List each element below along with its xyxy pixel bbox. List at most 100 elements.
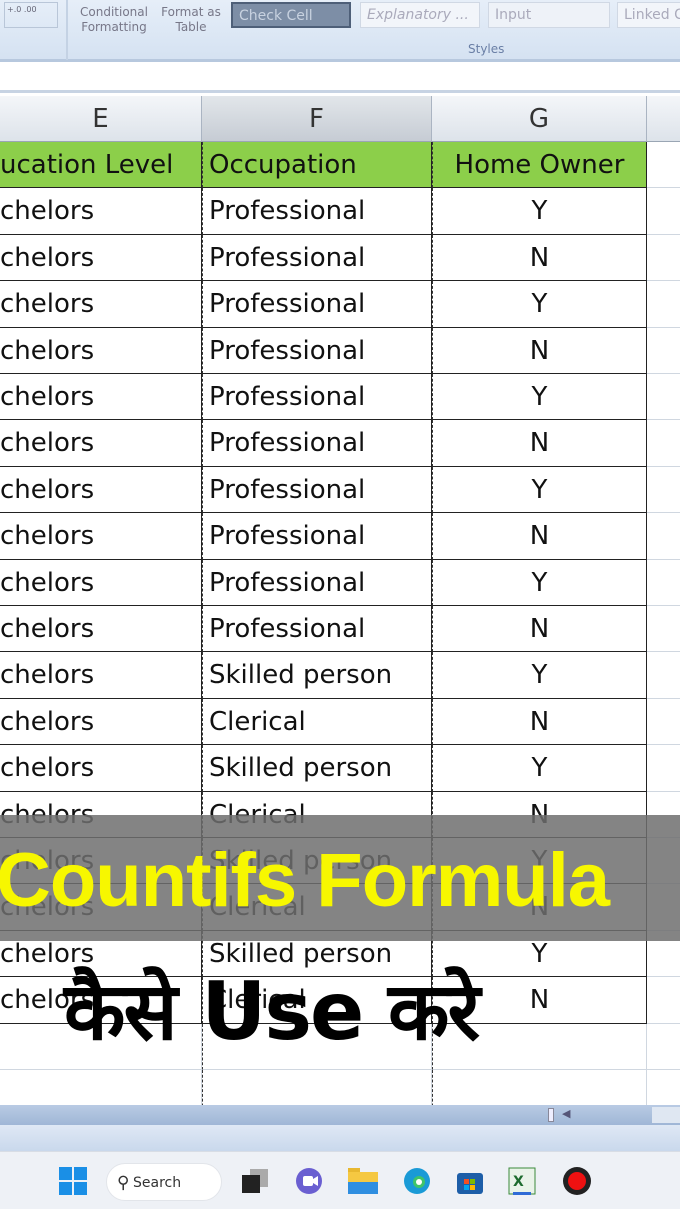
column-header-e[interactable]: E — [0, 96, 202, 142]
cell[interactable] — [647, 420, 680, 467]
cell-education[interactable]: chelors — [0, 606, 202, 653]
cell-home-owner[interactable]: Y — [432, 466, 647, 514]
cell-occupation[interactable]: Professional — [202, 374, 432, 421]
cell-education[interactable]: chelors — [0, 234, 202, 282]
task-view-icon[interactable] — [240, 1166, 270, 1196]
cell-occupation[interactable]: Skilled person — [202, 652, 432, 699]
table-header-row: ucation Level Occupation Home Owner — [0, 142, 680, 189]
scrollbar-thumb[interactable] — [652, 1107, 680, 1123]
windows-start-icon[interactable] — [58, 1166, 88, 1196]
cell-education[interactable]: chelors — [0, 652, 202, 699]
cell[interactable] — [647, 1024, 680, 1070]
cell-education[interactable]: chelors — [0, 188, 202, 235]
cell-home-owner[interactable]: N — [432, 420, 647, 467]
overlay-title: Countifs Formula — [0, 838, 610, 923]
scroll-left-icon[interactable]: ◀ — [562, 1107, 570, 1120]
cell-education[interactable]: chelors — [0, 698, 202, 746]
overlay-subtitle: कैसे Use करे — [64, 965, 480, 1058]
cell-education[interactable]: chelors — [0, 281, 202, 328]
cell-occupation[interactable]: Skilled person — [202, 745, 432, 792]
column-header-g[interactable]: G — [432, 96, 647, 142]
cell[interactable] — [647, 513, 680, 560]
column-header-h[interactable] — [647, 96, 680, 142]
cell-education[interactable]: chelors — [0, 513, 202, 560]
cell[interactable] — [647, 652, 680, 699]
style-linked-cell[interactable]: Linked C — [617, 2, 680, 28]
taskbar-search[interactable]: ⚲ Search — [106, 1163, 222, 1201]
table-row: chelors Professional Y — [0, 559, 680, 606]
cell-occupation[interactable]: Professional — [202, 513, 432, 560]
horizontal-scrollbar[interactable]: ◀ — [0, 1105, 680, 1125]
cell[interactable] — [647, 467, 680, 514]
edge-icon[interactable] — [402, 1166, 432, 1196]
conditional-formatting-button[interactable]: Conditional Formatting — [72, 5, 156, 35]
status-bar — [0, 1125, 680, 1151]
cell-occupation[interactable]: Professional — [202, 234, 432, 282]
cell-education[interactable]: chelors — [0, 327, 202, 374]
style-input[interactable]: Input — [488, 2, 610, 28]
table-row: chelors Professional N — [0, 606, 680, 653]
cell-home-owner[interactable]: N — [432, 698, 647, 746]
cell[interactable] — [647, 560, 680, 606]
cell-home-owner[interactable]: Y — [432, 559, 647, 606]
formula-bar[interactable] — [0, 65, 680, 93]
cell[interactable] — [647, 142, 680, 189]
format-as-table-button[interactable]: Format as Table — [156, 5, 226, 35]
style-check-cell[interactable]: Check Cell — [231, 2, 351, 28]
cell-home-owner[interactable]: N — [432, 606, 647, 653]
cell[interactable] — [647, 699, 680, 746]
cell-occupation[interactable]: Professional — [202, 281, 432, 328]
cell-education[interactable]: chelors — [0, 374, 202, 421]
file-explorer-icon[interactable] — [348, 1166, 378, 1196]
recorder-icon[interactable] — [562, 1166, 592, 1196]
header-cell-occupation[interactable]: Occupation — [202, 142, 432, 189]
store-icon[interactable] — [455, 1166, 485, 1196]
table-row: chelors Professional N — [0, 234, 680, 282]
header-cell-home-owner[interactable]: Home Owner — [432, 142, 647, 189]
header-cell-education[interactable]: ucation Level — [0, 142, 202, 189]
cell-occupation[interactable]: Professional — [202, 188, 432, 235]
cell-home-owner[interactable]: Y — [432, 188, 647, 235]
cell-occupation[interactable]: Professional — [202, 420, 432, 467]
column-header-f[interactable]: F — [202, 96, 432, 142]
table-row: chelorsSkilled personY — [0, 652, 680, 699]
table-row: chelors Professional Y — [0, 374, 680, 421]
cell-home-owner[interactable]: Y — [432, 652, 647, 699]
table-row: chelors Professional Y — [0, 466, 680, 514]
cell[interactable] — [647, 235, 680, 282]
cell[interactable] — [647, 606, 680, 653]
style-explanatory[interactable]: Explanatory ... — [360, 2, 480, 28]
cell-occupation[interactable]: Professional — [202, 606, 432, 653]
cell[interactable] — [647, 188, 680, 235]
cell-home-owner[interactable]: Y — [432, 281, 647, 328]
cell-education[interactable]: chelors — [0, 559, 202, 606]
table-row: chelors Professional N — [0, 327, 680, 374]
cell-occupation[interactable]: Professional — [202, 559, 432, 606]
cell-occupation[interactable]: Clerical — [202, 698, 432, 746]
cell-education[interactable]: chelors — [0, 745, 202, 792]
number-format-buttons[interactable]: +.0 .00 — [4, 2, 58, 28]
sheet-tab-splitter[interactable] — [548, 1108, 554, 1122]
cell-occupation[interactable]: Professional — [202, 327, 432, 374]
table-row: chelors Professional N — [0, 420, 680, 467]
cell-occupation[interactable]: Professional — [202, 466, 432, 514]
cell-home-owner[interactable]: Y — [432, 374, 647, 421]
excel-icon[interactable]: X — [507, 1166, 537, 1196]
teams-meet-icon[interactable] — [294, 1166, 324, 1196]
cell-education[interactable]: chelors — [0, 420, 202, 467]
group-divider — [66, 0, 68, 60]
table-row: chelors Professional Y — [0, 188, 680, 235]
cell[interactable] — [647, 745, 680, 792]
table-row: chelorsSkilled personY — [0, 745, 680, 792]
cell[interactable] — [647, 977, 680, 1024]
cell-education[interactable]: chelors — [0, 466, 202, 514]
search-label: Search — [133, 1175, 182, 1191]
cell-home-owner[interactable]: N — [432, 327, 647, 374]
cell-home-owner[interactable]: N — [432, 234, 647, 282]
styles-group-label: Styles — [468, 42, 505, 56]
cell-home-owner[interactable]: N — [432, 513, 647, 560]
cell-home-owner[interactable]: Y — [432, 745, 647, 792]
cell[interactable] — [647, 328, 680, 374]
cell[interactable] — [647, 374, 680, 421]
cell[interactable] — [647, 281, 680, 328]
